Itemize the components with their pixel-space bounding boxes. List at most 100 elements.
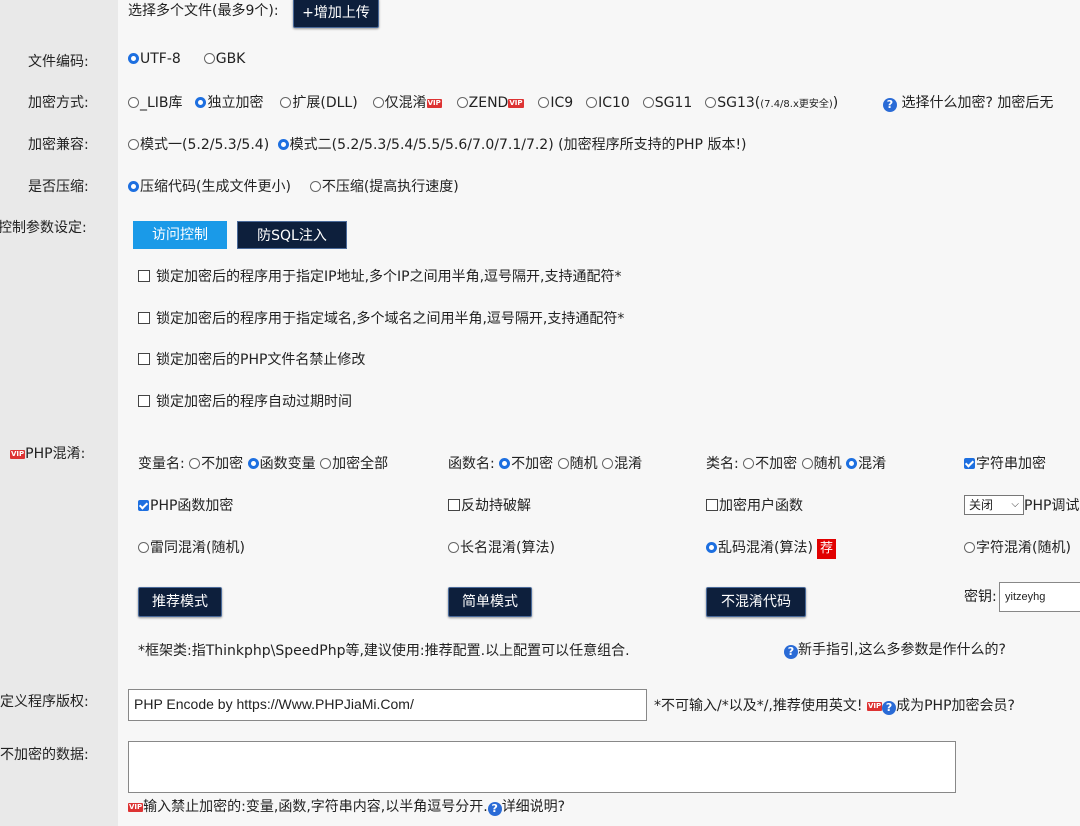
guide-text[interactable]: 新手指引,这么多参数是作什么的? — [798, 642, 1006, 658]
compress-off-label[interactable]: 不压缩(提高执行速度) — [322, 179, 459, 195]
method-zend-label[interactable]: ZEND — [469, 95, 509, 111]
compress-on-radio[interactable] — [128, 181, 139, 192]
method-lib-radio[interactable] — [128, 97, 139, 108]
compress-on-label[interactable]: 压缩代码(生成文件更小) — [140, 179, 291, 195]
func-none-radio[interactable] — [499, 458, 511, 469]
mix1-label[interactable]: 雷同混淆(随机) — [150, 540, 245, 556]
method-sg13-radio[interactable] — [705, 97, 717, 108]
user-func-row[interactable]: 加密用户函数 — [706, 495, 803, 515]
anti-hijack-row[interactable]: 反劫持破解 — [448, 495, 531, 515]
func-mix-radio[interactable] — [602, 458, 614, 469]
domain-lock-checkbox-row[interactable]: 锁定加密后的程序用于指定域名,多个域名之间用半角,逗号隔开,支持通配符* — [138, 308, 624, 328]
copyright-input[interactable]: PHP Encode by https://Www.PHPJiaMi.Com/ — [128, 689, 647, 721]
encrypt-help[interactable]: ? 选择什么加密? 加密后无 — [883, 92, 1053, 112]
anti-hijack-label[interactable]: 反劫持破解 — [461, 498, 531, 514]
method-obfuscate-only-radio[interactable] — [372, 97, 384, 108]
string-encrypt-checkbox[interactable] — [964, 458, 975, 469]
method-zend-radio[interactable] — [456, 97, 468, 108]
no-obfuscate-button[interactable]: 不混淆代码 — [706, 587, 806, 617]
tab-access-control[interactable]: 访问控制 — [133, 221, 227, 249]
method-lib-label[interactable]: _LIB库 — [140, 95, 183, 111]
mix3-radio[interactable] — [706, 542, 717, 553]
var-none-radio[interactable] — [189, 458, 201, 469]
encrypt-help-text[interactable]: 选择什么加密? 加密后无 — [901, 95, 1053, 111]
member-link[interactable]: 成为PHP加密会员? — [896, 698, 1015, 714]
method-sg11-radio[interactable] — [642, 97, 654, 108]
mix2-radio[interactable] — [448, 542, 459, 553]
method-sg13-label[interactable]: SG13 — [717, 95, 755, 111]
method-ic9-radio[interactable] — [538, 97, 550, 108]
class-mix-radio[interactable] — [846, 458, 858, 469]
encoding-gbk-label[interactable]: GBK — [216, 51, 246, 67]
php-func-encrypt-row[interactable]: PHP函数加密 — [138, 495, 233, 515]
method-dll-radio[interactable] — [280, 97, 292, 108]
ip-lock-checkbox[interactable] — [138, 270, 150, 282]
guide-link[interactable]: ? 新手指引,这么多参数是作什么的? — [784, 639, 1006, 659]
simple-mode-button[interactable]: 简单模式 — [448, 587, 532, 617]
var-func-label[interactable]: 函数变量 — [260, 456, 316, 472]
php-func-encrypt-label[interactable]: PHP函数加密 — [150, 498, 233, 514]
recommend-mode-button[interactable]: 推荐模式 — [138, 587, 222, 617]
user-func-checkbox[interactable] — [706, 499, 718, 511]
string-encrypt-row[interactable]: 字符串加密 — [964, 453, 1046, 473]
class-none-radio[interactable] — [743, 458, 755, 469]
tab-anti-sql[interactable]: 防SQL注入 — [237, 221, 347, 249]
mix3-row[interactable]: 乱码混淆(算法) 荐 — [706, 537, 836, 559]
func-none-label[interactable]: 不加密 — [511, 456, 553, 472]
method-dll-label[interactable]: 扩展(DLL) — [292, 95, 357, 111]
class-random-label[interactable]: 随机 — [814, 456, 842, 472]
detail-link[interactable]: 详细说明? — [502, 799, 565, 815]
var-all-radio[interactable] — [320, 458, 332, 469]
method-ic10-label[interactable]: IC10 — [598, 95, 630, 111]
mix4-radio[interactable] — [964, 542, 975, 553]
method-obfuscate-only-label[interactable]: 仅混淆 — [385, 95, 427, 111]
mix1-radio[interactable] — [138, 542, 149, 553]
filename-lock-checkbox-row[interactable]: 锁定加密后的PHP文件名禁止修改 — [138, 349, 365, 369]
class-random-radio[interactable] — [801, 458, 813, 469]
compat-mode1-radio[interactable] — [128, 139, 139, 150]
var-none-label[interactable]: 不加密 — [201, 456, 243, 472]
anti-hijack-checkbox[interactable] — [448, 499, 460, 511]
expire-lock-checkbox[interactable] — [138, 395, 150, 407]
func-random-label[interactable]: 随机 — [570, 456, 598, 472]
var-all-label[interactable]: 加密全部 — [332, 456, 388, 472]
domain-lock-checkbox[interactable] — [138, 312, 150, 324]
filename-lock-checkbox[interactable] — [138, 353, 150, 365]
compat-mode2-radio[interactable] — [277, 139, 289, 150]
control-label: 控制参数设定: — [0, 220, 87, 236]
expire-lock-checkbox-row[interactable]: 锁定加密后的程序自动过期时间 — [138, 391, 352, 411]
php-func-encrypt-checkbox[interactable] — [138, 500, 149, 511]
func-random-radio[interactable] — [557, 458, 569, 469]
method-ic9-label[interactable]: IC9 — [550, 95, 573, 111]
add-upload-button[interactable]: +增加上传 — [293, 0, 379, 28]
method-sg11-label[interactable]: SG11 — [655, 95, 693, 111]
method-standalone-label[interactable]: 独立加密 — [207, 95, 263, 111]
mix1-row[interactable]: 雷同混淆(随机) — [138, 537, 245, 557]
compat-mode1-label[interactable]: 模式一(5.2/5.3/5.4) — [140, 137, 269, 153]
string-encrypt-label[interactable]: 字符串加密 — [976, 456, 1046, 472]
method-ic10-radio[interactable] — [586, 97, 598, 108]
encoding-utf8-radio[interactable] — [128, 53, 139, 64]
mix4-row[interactable]: 字符混淆(随机) — [964, 537, 1071, 557]
php-debug-select[interactable]: 关闭 ⌵ — [964, 495, 1024, 515]
mix3-label[interactable]: 乱码混淆(算法) — [718, 540, 813, 556]
func-name-group: 函数名: 不加密 随机 混淆 — [448, 453, 642, 473]
var-func-radio[interactable] — [247, 458, 259, 469]
ip-lock-checkbox-row[interactable]: 锁定加密后的程序用于指定IP地址,多个IP之间用半角,逗号隔开,支持通配符* — [138, 266, 622, 286]
encoding-gbk-radio[interactable] — [203, 53, 215, 64]
compress-off-radio[interactable] — [309, 181, 321, 192]
encoding-utf8-label[interactable]: UTF-8 — [140, 51, 181, 67]
user-func-label[interactable]: 加密用户函数 — [719, 498, 803, 514]
method-standalone-radio[interactable] — [195, 97, 207, 108]
question-circle-icon: ? — [487, 802, 502, 816]
compat-mode2-label[interactable]: 模式二(5.2/5.3/5.4/5.5/5.6/7.0/7.1/7.2) — [290, 137, 554, 153]
question-circle-icon: ? — [784, 645, 798, 659]
mix4-label[interactable]: 字符混淆(随机) — [976, 540, 1071, 556]
mix2-row[interactable]: 长名混淆(算法) — [448, 537, 555, 557]
key-input[interactable]: yitzeyhg — [999, 582, 1080, 612]
noencrypt-textarea[interactable] — [128, 741, 956, 793]
func-mix-label[interactable]: 混淆 — [614, 456, 642, 472]
mix2-label[interactable]: 长名混淆(算法) — [460, 540, 555, 556]
class-none-label[interactable]: 不加密 — [755, 456, 797, 472]
class-mix-label[interactable]: 混淆 — [858, 456, 886, 472]
